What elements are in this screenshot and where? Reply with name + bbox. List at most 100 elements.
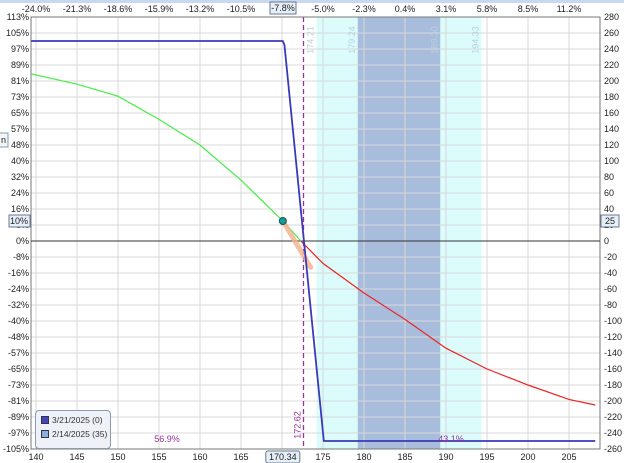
left-tick-label: 40%: [11, 156, 29, 166]
right-tick-label: 100: [604, 156, 619, 166]
x-tick-label: 150: [110, 452, 125, 462]
x-tick-label: 195: [479, 452, 494, 462]
left-tick-label: -8%: [13, 252, 29, 262]
top-tick-label: -15.9%: [145, 4, 174, 14]
right-tick-label: -140: [604, 348, 622, 358]
top-tick-label: 0.4%: [395, 4, 416, 14]
legend-swatch: [41, 430, 49, 438]
x-tick-label: 145: [69, 452, 84, 462]
current-price-marker: [278, 217, 287, 225]
left-tick-label: -24%: [8, 284, 29, 294]
breakeven-label: 172.62: [292, 411, 302, 439]
top-tick-label: 11.2%: [557, 4, 582, 14]
right-tick-label: -80: [604, 300, 617, 310]
band-label: 194.33: [471, 26, 481, 54]
right-tick-label: -60: [604, 284, 617, 294]
band-label: 174.21: [306, 26, 316, 54]
legend-label: 3/21/2025 (0): [52, 415, 103, 425]
left-tick-label: 0%: [16, 236, 29, 246]
left-cursor-label: 10%: [10, 216, 28, 226]
top-tick-label: 8.5%: [518, 4, 539, 14]
right-tick-label: -220: [604, 412, 622, 422]
right-tick-label: 200: [604, 76, 619, 86]
left-tick-label: 81%: [11, 76, 29, 86]
left-tick-label: 48%: [11, 140, 29, 150]
top-tick-label: -18.6%: [104, 4, 133, 14]
right-tick-label: -40: [604, 268, 617, 278]
band-label: 189.30: [429, 26, 439, 54]
t0-profit-curve: [30, 73, 302, 242]
right-tick-label: 40: [604, 204, 614, 214]
left-tick-label: -105%: [3, 444, 29, 454]
top-tick-label: -21.3%: [63, 4, 92, 14]
left-tick-label: -48%: [8, 332, 29, 342]
x-tick-label: 140: [28, 452, 43, 462]
right-tick-label: -180: [604, 380, 622, 390]
x-tick-label: 165: [233, 452, 248, 462]
inner-band: [357, 17, 441, 449]
right-tick-label: 80: [604, 172, 614, 182]
left-tick-label: 105%: [6, 28, 29, 38]
left-tick-label: 32%: [11, 172, 29, 182]
left-tick-label: 97%: [11, 44, 29, 54]
right-tick-label: 260: [604, 28, 619, 38]
top-tick-label: 5.8%: [477, 4, 498, 14]
right-tick-label: 160: [604, 108, 619, 118]
right-cursor-label: 25: [605, 216, 615, 226]
payoff-chart: 140-24.0%145-21.3%150-18.6%155-15.9%160-…: [0, 0, 624, 463]
right-tick-label: 220: [604, 60, 619, 70]
left-tick-label: 65%: [11, 108, 29, 118]
left-tick-label: -89%: [8, 412, 29, 422]
left-tick-label: 24%: [11, 188, 29, 198]
top-tick-label: 3.1%: [436, 4, 457, 14]
right-tick-label: -260: [604, 444, 622, 454]
x-tick-label: 185: [397, 452, 412, 462]
x-tick-label: 180: [356, 452, 371, 462]
left-tick-label: 73%: [11, 92, 29, 102]
x-cursor-label: 170.34: [269, 452, 297, 462]
right-tick-label: 60: [604, 188, 614, 198]
left-tick-label: -97%: [8, 428, 29, 438]
left-tick-label: -16%: [8, 268, 29, 278]
right-tick-label: 0: [604, 236, 609, 246]
x-tick-label: 175: [315, 452, 330, 462]
right-tick-label: 240: [604, 44, 619, 54]
top-tick-label: -5.0%: [311, 4, 335, 14]
x-tick-label: 200: [520, 452, 535, 462]
left-tick-label: 16%: [11, 204, 29, 214]
x-tick-label: 160: [192, 452, 207, 462]
left-tick-label: -73%: [8, 380, 29, 390]
right-tick-label: 280: [604, 12, 619, 22]
x-tick-label: 190: [438, 452, 453, 462]
x-tick-label: 205: [561, 452, 576, 462]
top-tick-label: -13.2%: [186, 4, 215, 14]
right-tick-label: -120: [604, 332, 622, 342]
left-tick-label: 113%: [7, 12, 29, 22]
side-tab-label: n: [1, 135, 6, 145]
top-tick-label: -10.5%: [227, 4, 256, 14]
right-tick-label: -200: [604, 396, 622, 406]
legend-item-expiration[interactable]: 3/21/2025 (0): [41, 415, 110, 425]
right-tick-label: -20: [604, 252, 617, 262]
left-tick-label: 57%: [11, 124, 29, 134]
prob-above-label: 43.1%: [438, 434, 464, 444]
right-tick-label: -100: [604, 316, 622, 326]
right-tick-label: 140: [604, 124, 619, 134]
plot-border: [30, 16, 601, 450]
right-tick-label: 120: [604, 140, 619, 150]
prob-below-label: 56.9%: [154, 434, 180, 444]
band-label: 179.24: [347, 26, 357, 54]
left-tick-label: -32%: [8, 300, 29, 310]
x-tick-label: 155: [151, 452, 166, 462]
right-tick-label: -160: [604, 364, 622, 374]
top-tick-label: -2.3%: [352, 4, 376, 14]
legend-item-today[interactable]: 2/14/2025 (35): [41, 429, 110, 439]
left-tick-label: -40%: [8, 316, 29, 326]
right-tick-label: -240: [604, 428, 622, 438]
left-tick-label: -65%: [8, 364, 29, 374]
legend: 3/21/2025 (0) 2/14/2025 (35): [35, 410, 111, 449]
legend-label: 2/14/2025 (35): [52, 429, 108, 439]
left-tick-label: -57%: [8, 348, 29, 358]
right-tick-label: 180: [604, 92, 619, 102]
top-border: [0, 0, 624, 3]
